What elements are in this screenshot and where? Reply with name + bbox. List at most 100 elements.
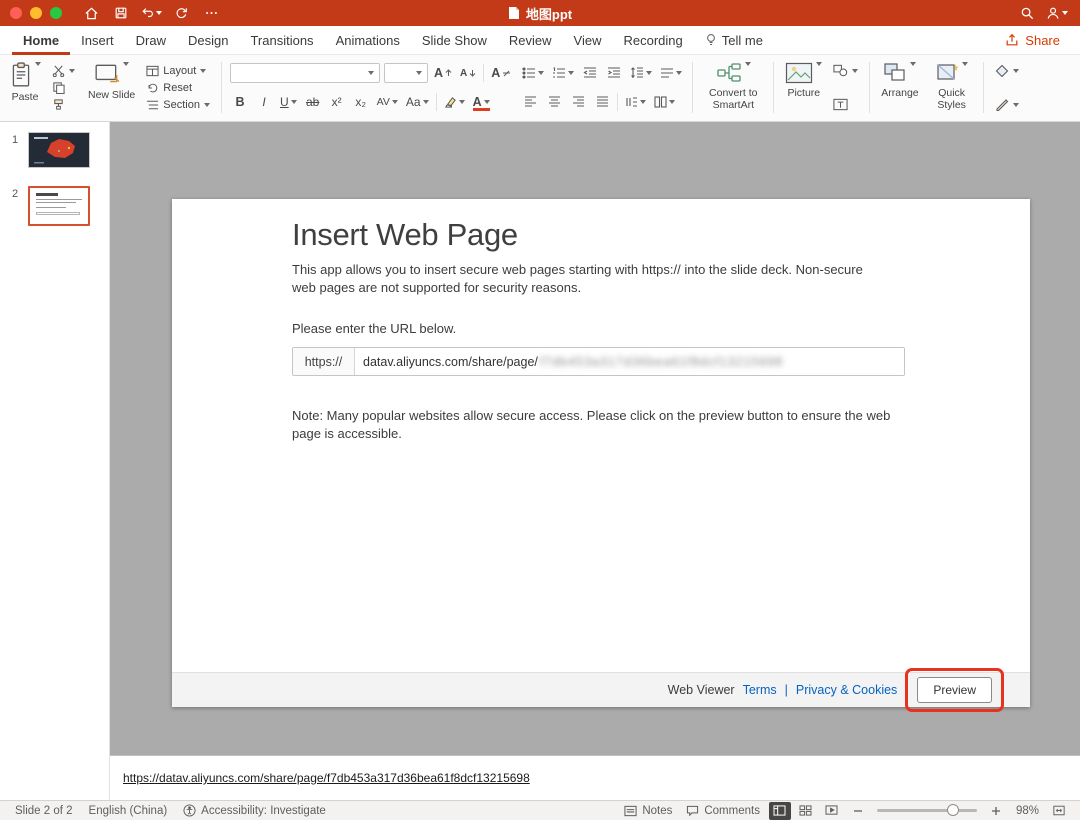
slide-show-view-button[interactable] [821,802,843,820]
tab-recording[interactable]: Recording [613,26,694,55]
footer-label: Web Viewer [667,683,735,697]
maximize-window-button[interactable] [50,7,62,19]
bold-button[interactable]: B [230,92,250,112]
italic-button[interactable]: I [254,92,274,112]
clear-formatting-button[interactable]: A [489,63,513,83]
arrange-button[interactable]: Arrange [878,60,921,115]
text-box-button[interactable] [830,96,861,113]
strikethrough-button[interactable]: ab [303,92,323,112]
layout-button[interactable]: Layout [143,62,213,79]
reset-button[interactable]: Reset [143,79,213,96]
decrease-font-size-button[interactable]: A [458,63,478,83]
slide-1-thumbnail[interactable] [28,132,90,168]
comments-toggle[interactable]: Comments [681,801,765,820]
cut-button[interactable] [49,62,78,79]
zoom-slider-thumb[interactable] [946,804,959,816]
undo-dropdown-caret[interactable] [156,11,162,15]
tab-tell-me[interactable]: Tell me [694,26,774,55]
numbered-list-icon [553,67,566,78]
tab-view[interactable]: View [563,26,613,55]
more-commands-icon[interactable] [200,3,222,23]
font-color-button[interactable]: A [471,92,492,112]
character-spacing-button[interactable]: AV [375,92,400,112]
terms-link[interactable]: Terms [743,683,777,697]
align-right-button[interactable] [568,92,588,112]
account-icon[interactable] [1046,3,1068,23]
justify-button[interactable] [592,92,612,112]
url-input[interactable]: datav.aliyuncs.com/share/page/ f7db453a3… [355,348,904,375]
fit-slide-to-window-button[interactable] [1048,802,1070,820]
copy-button[interactable] [49,79,78,96]
clipboard-icon [12,62,29,87]
bullets-button[interactable] [520,63,546,83]
highlighter-icon [444,96,456,108]
new-slide-icon [95,64,120,83]
zoom-out-button[interactable] [847,802,869,820]
tab-home[interactable]: Home [12,26,70,55]
search-icon[interactable] [1016,3,1038,23]
ribbon-divider [617,93,619,111]
paragraph-more-button[interactable] [658,63,684,83]
notes-toggle[interactable]: Notes [619,801,677,820]
text-highlight-button[interactable] [442,92,467,112]
language-indicator[interactable]: English (China) [84,801,173,820]
shape-fill-button[interactable] [992,62,1022,79]
share-icon [1006,33,1018,46]
accessibility-status[interactable]: Accessibility: Investigate [178,801,331,820]
quick-styles-button[interactable]: Quick Styles [929,60,975,115]
slide-sorter-view-button[interactable] [795,802,817,820]
zoom-slider[interactable] [876,804,977,816]
text-direction-button[interactable] [623,92,648,112]
save-icon[interactable] [110,3,132,23]
tab-animations[interactable]: Animations [325,26,411,55]
preview-button[interactable]: Preview [917,677,992,703]
close-window-button[interactable] [10,7,22,19]
align-left-button[interactable] [520,92,540,112]
notes-url-text[interactable]: https://datav.aliyuncs.com/share/page/f7… [123,771,530,785]
reset-icon [148,83,158,92]
numbering-button[interactable] [550,63,576,83]
shape-outline-button[interactable] [992,96,1022,113]
format-painter-button[interactable] [49,96,78,113]
paragraph-group [520,60,684,115]
zoom-percentage[interactable]: 98% [1011,801,1044,820]
slide-2-thumbnail[interactable] [28,186,90,226]
redo-icon[interactable] [170,3,192,23]
convert-to-smartart-button[interactable]: Convert to SmartArt [701,60,765,115]
line-spacing-button[interactable] [628,63,654,83]
home-icon[interactable] [80,3,102,23]
paste-button[interactable]: Paste [6,60,44,115]
shapes-icon [833,64,848,77]
font-name-combobox[interactable] [229,63,380,83]
superscript-button[interactable]: x² [327,92,347,112]
tab-design[interactable]: Design [177,26,239,55]
tab-review[interactable]: Review [498,26,563,55]
picture-button[interactable]: Picture [782,60,825,115]
new-slide-button[interactable]: New Slide [85,60,138,115]
tab-slide-show[interactable]: Slide Show [411,26,498,55]
tab-transitions[interactable]: Transitions [239,26,324,55]
url-redacted-part: f7db453a317d36bea61f8dcf13215698 [539,354,784,369]
undo-icon[interactable] [140,3,162,23]
increase-font-size-button[interactable]: A [432,63,454,83]
minimize-window-button[interactable] [30,7,42,19]
slide-2-number: 2 [12,188,19,200]
tab-draw[interactable]: Draw [125,26,177,55]
normal-view-button[interactable] [768,801,791,820]
notes-pane[interactable]: https://datav.aliyuncs.com/share/page/f7… [110,755,1080,800]
underline-button[interactable]: U [278,92,299,112]
change-case-button[interactable]: Aa [404,92,431,112]
share-button[interactable]: Share [997,33,1068,48]
columns-button[interactable] [652,92,677,112]
subscript-button[interactable]: x₂ [351,92,371,112]
outdent-icon [583,67,597,78]
section-button[interactable]: Section [143,96,213,113]
privacy-cookies-link[interactable]: Privacy & Cookies [796,683,897,697]
decrease-indent-button[interactable] [580,63,600,83]
font-size-combobox[interactable] [383,63,428,83]
tab-insert[interactable]: Insert [70,26,125,55]
shapes-button[interactable] [830,62,861,79]
zoom-in-button[interactable] [985,802,1007,820]
increase-indent-button[interactable] [604,63,624,83]
align-center-button[interactable] [544,92,564,112]
